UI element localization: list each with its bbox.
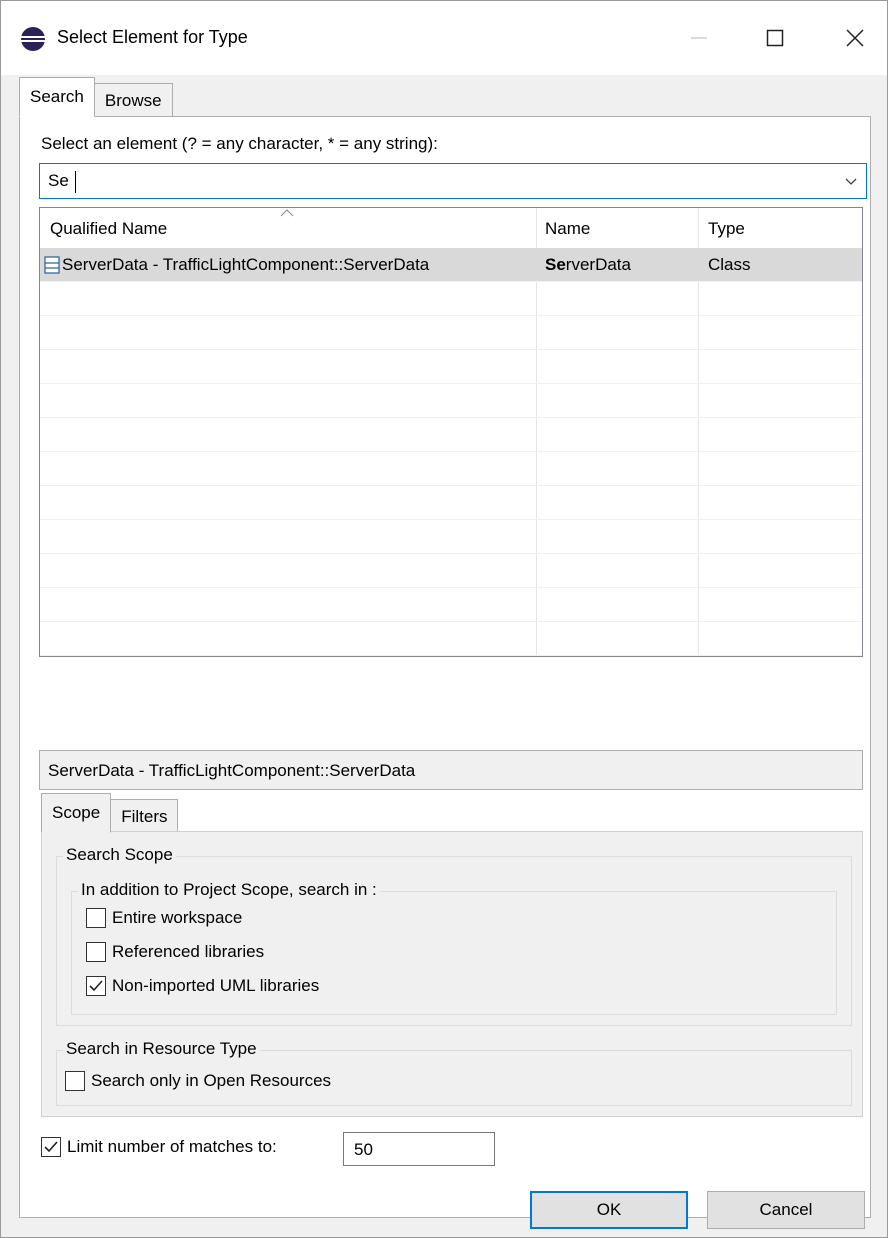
search-combo[interactable]: Se xyxy=(39,163,867,199)
checkbox-box[interactable] xyxy=(41,1137,61,1157)
table-row xyxy=(40,316,862,350)
column-header-name[interactable]: Name xyxy=(545,219,590,239)
sort-ascending-icon xyxy=(280,209,294,217)
eclipse-icon xyxy=(21,27,45,51)
table-row xyxy=(40,520,862,554)
table-row xyxy=(40,622,862,656)
maximize-button[interactable] xyxy=(747,15,803,61)
checkbox-box[interactable] xyxy=(65,1071,85,1091)
checkmark-icon xyxy=(44,1141,58,1153)
chevron-down-icon[interactable] xyxy=(842,172,860,190)
checkbox-label: Search only in Open Resources xyxy=(91,1071,332,1090)
checkbox-label: Non-imported UML libraries xyxy=(112,976,320,995)
scope-panel: Search Scope In addition to Project Scop… xyxy=(41,831,863,1117)
checkbox-box[interactable] xyxy=(86,908,106,928)
checkbox-entire-workspace[interactable]: Entire workspace xyxy=(86,908,242,928)
window-title: Select Element for Type xyxy=(57,27,248,47)
title-bar: Select Element for Type — xyxy=(1,1,887,75)
resource-type-group: Search in Resource Type Search only in O… xyxy=(56,1039,852,1106)
checkbox-non-imported-uml-libraries[interactable]: Non-imported UML libraries xyxy=(86,976,319,996)
class-icon xyxy=(44,256,60,274)
cell-name-rest: rverData xyxy=(565,255,631,274)
minimize-icon: — xyxy=(691,29,707,46)
table-row xyxy=(40,588,862,622)
results-table[interactable]: Qualified Name Name Type ServerData - Tr… xyxy=(39,207,863,657)
close-button[interactable] xyxy=(827,15,883,61)
main-tabs: Search Browse xyxy=(19,77,173,117)
column-header-type[interactable]: Type xyxy=(708,219,745,239)
cell-type: Class xyxy=(708,255,751,274)
table-row xyxy=(40,554,862,588)
tab-filters[interactable]: Filters xyxy=(110,799,179,833)
dialog-window: Select Element for Type — Search Browse … xyxy=(0,0,888,1238)
search-label: Select an element (? = any character, * … xyxy=(41,134,438,153)
additional-scope-title: In addition to Project Scope, search in … xyxy=(78,880,380,900)
search-scope-title: Search Scope xyxy=(63,845,176,865)
selection-detail-text: ServerData - TrafficLightComponent::Serv… xyxy=(48,761,416,780)
tab-search[interactable]: Search xyxy=(19,77,95,117)
minimize-button[interactable]: — xyxy=(671,15,727,61)
column-header-qualified-name[interactable]: Qualified Name xyxy=(50,219,167,239)
additional-scope-group: In addition to Project Scope, search in … xyxy=(71,880,837,1015)
table-row[interactable]: ServerData - TrafficLightComponent::Serv… xyxy=(40,248,862,282)
cell-name: ServerData xyxy=(545,255,631,275)
checkmark-icon xyxy=(89,980,103,992)
tab-scope[interactable]: Scope xyxy=(41,793,112,833)
limit-input[interactable]: 50 xyxy=(343,1132,495,1166)
cell-name-match: Se xyxy=(545,255,566,274)
checkbox-box[interactable] xyxy=(86,942,106,962)
tab-browse[interactable]: Browse xyxy=(93,83,173,117)
limit-matches-checkbox[interactable]: Limit number of matches to: xyxy=(41,1137,277,1157)
ok-button[interactable]: OK xyxy=(530,1191,688,1229)
options-tabs: Scope Filters xyxy=(41,793,179,833)
checkbox-open-resources[interactable]: Search only in Open Resources xyxy=(65,1071,331,1091)
table-row xyxy=(40,418,862,452)
search-scope-group: Search Scope In addition to Project Scop… xyxy=(56,845,852,1026)
resource-type-title: Search in Resource Type xyxy=(63,1039,260,1059)
close-icon xyxy=(846,29,864,47)
checkbox-referenced-libraries[interactable]: Referenced libraries xyxy=(86,942,264,962)
checkbox-label: Entire workspace xyxy=(112,908,243,927)
selection-detail: ServerData - TrafficLightComponent::Serv… xyxy=(39,750,863,790)
search-input[interactable]: Se xyxy=(48,171,69,191)
table-row xyxy=(40,384,862,418)
cell-qualified-name: ServerData - TrafficLightComponent::Serv… xyxy=(62,255,430,274)
table-row xyxy=(40,282,862,316)
limit-label: Limit number of matches to: xyxy=(67,1137,277,1156)
table-header: Qualified Name Name Type xyxy=(40,208,862,248)
cancel-button[interactable]: Cancel xyxy=(707,1191,865,1229)
maximize-icon xyxy=(766,29,784,47)
table-row xyxy=(40,452,862,486)
text-cursor xyxy=(75,171,76,193)
table-row xyxy=(40,350,862,384)
checkbox-box[interactable] xyxy=(86,976,106,996)
checkbox-label: Referenced libraries xyxy=(112,942,265,961)
table-row xyxy=(40,486,862,520)
limit-value[interactable]: 50 xyxy=(354,1140,373,1160)
